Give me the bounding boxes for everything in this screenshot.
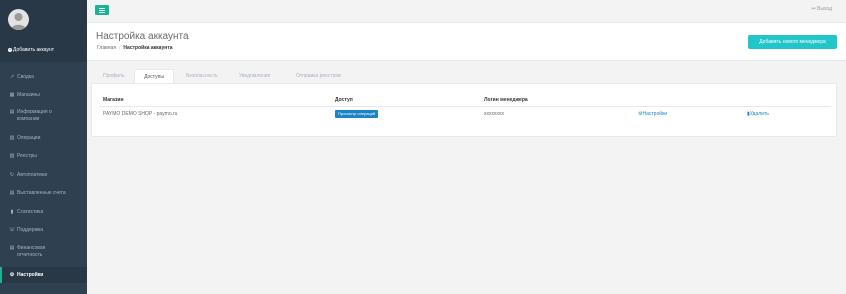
sidebar-toggle-button[interactable] [95, 5, 109, 15]
sidebar-item-label: Выставленные счета [17, 190, 66, 196]
tab-profile[interactable]: Профиль [103, 69, 125, 83]
sidebar-item-shops[interactable]: ▦ Магазины [0, 92, 87, 99]
plus-circle-icon: + [8, 46, 12, 52]
settings-link-label: Настройки [642, 111, 668, 117]
sidebar-item-label-line2: компании [17, 116, 40, 122]
sidebar-item-label: Поддержка [17, 227, 44, 233]
tab-notifications[interactable]: Уведомления [239, 69, 270, 83]
cell-shop: PAYMO DEMO SHOP - paymo.ru [103, 111, 178, 117]
shop-icon: ▦ [9, 92, 15, 98]
sidebar-item-label: Сводка [17, 74, 34, 80]
delete-link[interactable]: ▮Удалить [747, 111, 769, 117]
column-header-login: Логин менеджера [484, 97, 528, 103]
page-heading: Настройка аккаунта Главная / Настройка акк… [87, 23, 846, 61]
phone-icon: ☏ [9, 227, 16, 233]
info-file-icon: ▤ [9, 109, 15, 115]
cell-login: xxxxxxxx [484, 111, 504, 117]
access-badge: Просмотр операций [335, 110, 379, 118]
sidebar-item-company-info[interactable]: ▤ Информация о компании [0, 109, 87, 123]
column-header-shop: Магазин [103, 97, 124, 103]
finance-report-icon: ▤ [9, 245, 15, 251]
avatar[interactable] [8, 9, 29, 30]
sidebar-item-statistics[interactable]: ▮ Статистика [0, 209, 87, 216]
registry-icon: ▧ [9, 153, 15, 159]
tab-registry-sending[interactable]: Отправка реестров [296, 69, 341, 83]
sidebar-item-label: Информация о [17, 109, 52, 115]
delete-link-label: Удалить [749, 111, 769, 117]
sidebar-item-summary[interactable]: ↗ Сводка [0, 74, 87, 81]
menu-icon [99, 8, 105, 9]
settings-link[interactable]: ⚙Настройки [638, 111, 667, 117]
sidebar-item-support[interactable]: ☏ Поддержка [0, 227, 87, 234]
statistics-icon: ▮ [10, 209, 14, 215]
sidebar-item-settings[interactable]: ⚙ Настройки [0, 267, 87, 283]
breadcrumb: Главная / Настройка аккаунта [97, 45, 173, 51]
operations-icon: ▥ [9, 135, 15, 141]
sidebar-item-label: Реестры [17, 153, 37, 159]
sidebar-item-label: Операции [17, 135, 41, 141]
sidebar-item-autopayments[interactable]: ↻ Автоплатежи [0, 172, 87, 179]
profile-block: + Добавить аккаунт [0, 0, 87, 62]
add-account-label: Добавить аккаунт [13, 47, 55, 53]
sidebar-item-label: Автоплатежи [17, 172, 48, 178]
column-header-access: Доступ [335, 97, 353, 103]
add-manager-button[interactable]: Добавить нового менеджера [748, 35, 837, 49]
sidebar-item-label: Статистика [17, 209, 44, 215]
table-header-divider [99, 106, 831, 107]
breadcrumb-current: Настройка аккаунта [123, 45, 173, 51]
sidebar-item-label: Настройки [17, 272, 44, 278]
sign-out-icon: ↦ [811, 6, 816, 12]
tab-access[interactable]: Доступы [134, 69, 174, 83]
auto-payment-icon: ↻ [9, 172, 15, 178]
invoice-icon: ▤ [9, 190, 15, 196]
page-title: Настройка аккаунта [96, 31, 189, 42]
sidebar-item-invoices[interactable]: ▤ Выставленные счета [0, 190, 87, 197]
sidebar: + Добавить аккаунт ↗ Сводка ▦ Магазины ▤ Инф… [0, 0, 87, 294]
logout-link[interactable]: ↦ Выход [811, 6, 832, 12]
line-chart-icon: ↗ [9, 74, 15, 80]
add-account-link[interactable]: + Добавить аккаунт [8, 47, 54, 53]
breadcrumb-separator: / [119, 45, 121, 51]
sidebar-item-registries[interactable]: ▧ Реестры [0, 153, 87, 160]
sidebar-item-operations[interactable]: ▥ Операции [0, 135, 87, 142]
tab-security[interactable]: Безопасность [186, 69, 218, 83]
sidebar-item-finance-reports[interactable]: ▤ Финансовая отчетность [0, 245, 87, 259]
breadcrumb-home-link[interactable]: Главная [97, 45, 116, 51]
logout-label: Выход [817, 6, 832, 12]
sidebar-item-label: Финансовая [17, 245, 46, 251]
gear-icon: ⚙ [9, 272, 15, 278]
sidebar-item-label: Магазины [17, 92, 40, 98]
access-panel: Магазин Доступ Логин менеджера PAYMO DEM… [91, 83, 837, 137]
sidebar-item-label-line2: отчетность [17, 252, 43, 258]
